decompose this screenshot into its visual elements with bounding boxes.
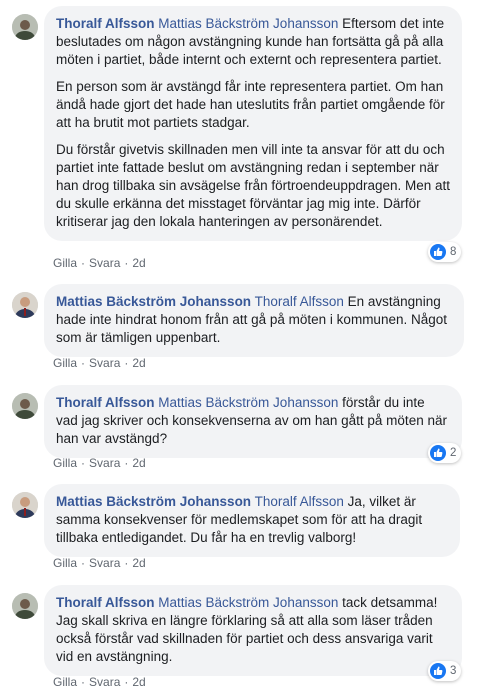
comment-author[interactable]: Mattias Bäckström Johansson [56,294,251,309]
reaction-count-badge[interactable]: 3 [428,661,462,681]
like-link[interactable]: Gilla [53,675,77,689]
avatar[interactable] [12,393,38,419]
comment-actions: Gilla · Svara · 2d [53,256,146,270]
reaction-count-badge[interactable]: 2 [428,443,462,463]
reply-link[interactable]: Svara [89,675,120,689]
like-link[interactable]: Gilla [53,556,77,570]
like-link[interactable]: Gilla [53,356,77,370]
like-link[interactable]: Gilla [53,456,77,470]
avatar[interactable] [12,14,38,40]
thumbs-up-icon [430,663,446,679]
comment-text: Du förstår givetvis skillnaden men vill … [56,142,451,229]
reaction-count-badge[interactable]: 8 [428,242,462,262]
reply-link[interactable]: Svara [89,456,120,470]
comment-mention[interactable]: Thoralf Alfsson [255,294,344,309]
comment-bubble: Mattias Bäckström Johansson Thoralf Alfs… [44,484,460,557]
reaction-count: 3 [450,665,457,677]
comment-mention[interactable]: Thoralf Alfsson [255,494,344,509]
comment-timestamp[interactable]: 2d [132,675,145,689]
comment-actions: Gilla · Svara · 2d [53,556,146,570]
comment-text: En person som är avstängd får inte repre… [56,79,445,130]
comment-mention[interactable]: Mattias Bäckström Johansson [158,595,338,610]
comment-author[interactable]: Thoralf Alfsson [56,16,155,31]
reaction-count: 2 [450,447,457,459]
comment-bubble: Thoralf Alfsson Mattias Bäckström Johans… [44,385,462,458]
avatar[interactable] [12,593,38,619]
comment-actions: Gilla · Svara · 2d [53,456,146,470]
comment-bubble: Thoralf Alfsson Mattias Bäckström Johans… [44,6,462,241]
thumbs-up-icon [430,244,446,260]
reply-link[interactable]: Svara [89,256,120,270]
comment-author[interactable]: Thoralf Alfsson [56,595,155,610]
comment-timestamp[interactable]: 2d [132,256,145,270]
comment-timestamp[interactable]: 2d [132,456,145,470]
comment-bubble: Thoralf Alfsson Mattias Bäckström Johans… [44,585,462,676]
comment-author[interactable]: Thoralf Alfsson [56,395,155,410]
avatar[interactable] [12,292,38,318]
reaction-count: 8 [450,246,457,258]
comment-actions: Gilla · Svara · 2d [53,356,146,370]
comment-author[interactable]: Mattias Bäckström Johansson [56,494,251,509]
comment-mention[interactable]: Mattias Bäckström Johansson [158,16,338,31]
comment-mention[interactable]: Mattias Bäckström Johansson [158,395,338,410]
comment-timestamp[interactable]: 2d [132,556,145,570]
comment-timestamp[interactable]: 2d [132,356,145,370]
comment-actions: Gilla · Svara · 2d [53,675,146,689]
reply-link[interactable]: Svara [89,556,120,570]
comment-bubble: Mattias Bäckström Johansson Thoralf Alfs… [44,284,464,357]
thumbs-up-icon [430,445,446,461]
avatar[interactable] [12,492,38,518]
like-link[interactable]: Gilla [53,256,77,270]
reply-link[interactable]: Svara [89,356,120,370]
